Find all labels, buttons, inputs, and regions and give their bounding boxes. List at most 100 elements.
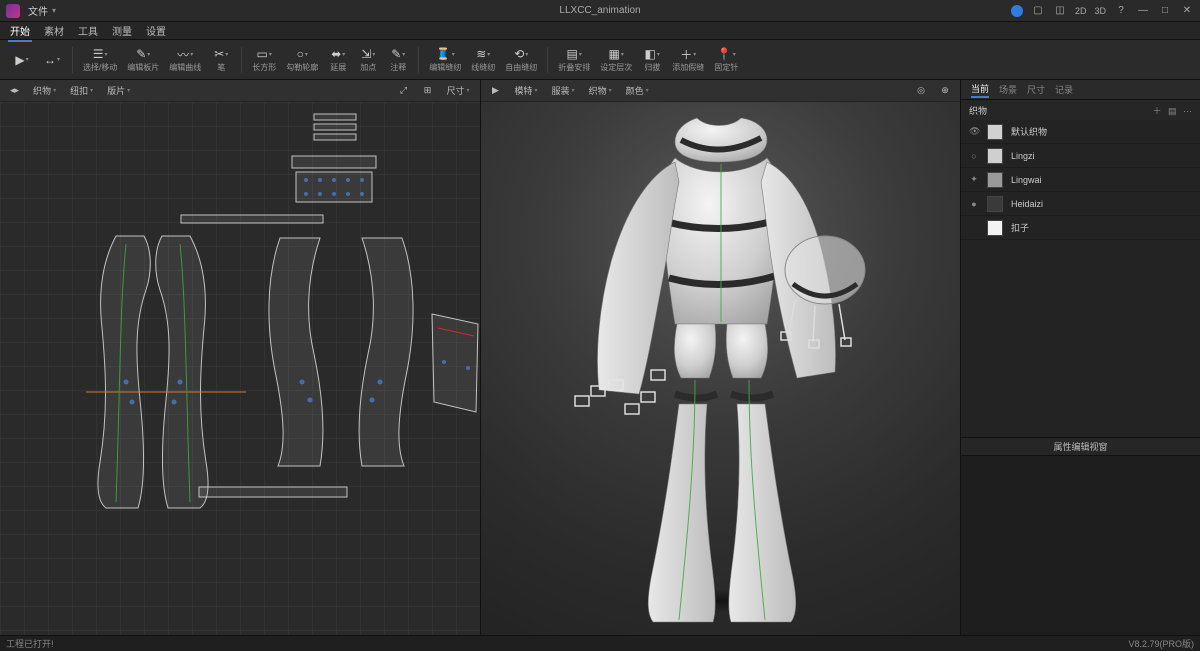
fabric-swatch[interactable] <box>987 172 1003 188</box>
ribbon-tool-14[interactable]: 🧵▾编辑缝纫 <box>425 42 465 78</box>
more-icon[interactable]: ⋯ <box>1183 106 1192 116</box>
chevron-down-icon: ▾ <box>26 56 29 63</box>
menu-tools[interactable]: 工具 <box>78 23 98 38</box>
pattern-belt[interactable] <box>180 214 324 224</box>
panel3d-tab-garment[interactable]: 服装▾ <box>548 83 579 98</box>
fabric-layer-row[interactable]: 👁默认织物 <box>961 120 1200 144</box>
add-fabric-icon[interactable]: ＋ <box>1152 106 1161 116</box>
menu-measure[interactable]: 测量 <box>112 23 132 38</box>
ribbon-tool-21[interactable]: ＋▾添加假缝 <box>668 42 708 78</box>
ribbon-tool-4[interactable]: ✎▾编辑板片 <box>123 42 163 78</box>
fabric-layer-row[interactable]: ●Heidaizi <box>961 192 1200 216</box>
pattern-body-right[interactable] <box>256 232 426 472</box>
file-menu[interactable]: 文件 ▾ <box>28 3 56 18</box>
ribbon-tool-label: 归拔 <box>644 62 660 73</box>
ribbon-tool-1[interactable]: ↔▾ <box>38 42 66 78</box>
ribbon-tool-label: 加点 <box>360 62 376 73</box>
help-icon[interactable]: ? <box>1114 5 1128 17</box>
ribbon-tool-icon: ▤▾ <box>567 46 582 62</box>
layout-split-icon[interactable]: ◫ <box>1053 5 1067 17</box>
panel2d-tab-pattern[interactable]: 版片▾ <box>103 83 134 98</box>
fabric-swatch[interactable] <box>987 124 1003 140</box>
fabric-swatch[interactable] <box>987 220 1003 236</box>
tab-scene[interactable]: 场景 <box>999 83 1017 96</box>
maximize-icon[interactable]: □ <box>1158 5 1172 17</box>
pattern-yoke[interactable] <box>286 150 382 208</box>
ribbon-tool-6[interactable]: ✂▾笔 <box>207 42 235 78</box>
ribbon-tool-19[interactable]: ▦▾设定层次 <box>596 42 636 78</box>
ribbon-tool-3[interactable]: ☰▾选择/移动 <box>79 42 121 78</box>
panel3d-play-icon[interactable]: ▶ <box>487 82 505 100</box>
tab-size[interactable]: 尺寸 <box>1027 83 1045 96</box>
ribbon-tool-icon: ＋▾ <box>680 46 696 62</box>
list-view-icon[interactable]: ▤ <box>1168 106 1177 116</box>
panel2d-fit-icon[interactable]: ⤢ <box>394 82 412 100</box>
menu-start[interactable]: 开始 <box>10 23 30 38</box>
fabric-swatch[interactable] <box>987 196 1003 212</box>
statusbar: 工程已打开! V8.2.79(PRO版) <box>0 635 1200 651</box>
viewport-3d[interactable] <box>481 102 961 635</box>
ribbon-tool-8[interactable]: ▭▾长方形 <box>248 42 280 78</box>
panel2d-tab-fabric[interactable]: 织物▾ <box>29 83 60 98</box>
fabric-swatch[interactable] <box>987 148 1003 164</box>
ribbon-tool-10[interactable]: ⬌▾延展 <box>324 42 352 78</box>
viewport-2d[interactable] <box>0 102 480 635</box>
visibility-toggle-icon[interactable]: ● <box>969 199 979 209</box>
panel3d-tab-avatar[interactable]: 模特▾ <box>511 83 542 98</box>
garment-3d-model[interactable] <box>555 110 885 633</box>
mode-3d[interactable]: 3D <box>1094 6 1106 16</box>
ribbon-tool-icon: 🧵▾ <box>436 46 455 62</box>
minimize-icon[interactable]: — <box>1136 5 1150 17</box>
panel3d-tab-fabric[interactable]: 织物▾ <box>585 83 616 98</box>
ribbon-tool-label: 选择/移动 <box>83 62 117 73</box>
panel3d-tab-color[interactable]: 颜色▾ <box>622 83 653 98</box>
ribbon-tool-5[interactable]: 〰▾编辑曲线 <box>165 42 205 78</box>
status-message: 工程已打开! <box>6 637 54 650</box>
chevron-down-icon: ▾ <box>621 51 624 58</box>
ribbon-tool-0[interactable]: ▶▾ <box>8 42 36 78</box>
fabric-list-title: 织物 <box>969 104 987 117</box>
sync-status-icon[interactable] <box>1011 5 1023 17</box>
panel2d-grid-icon[interactable]: ⊞ <box>418 82 436 100</box>
panel-2d-header: ◂▸ 织物▾ 纽扣▾ 版片▾ ⤢ ⊞ 尺寸▾ <box>0 80 480 102</box>
pattern-body-left[interactable] <box>86 232 246 512</box>
visibility-toggle-icon[interactable]: ✦ <box>969 174 979 185</box>
ribbon-tool-20[interactable]: ◧▾归拔 <box>638 42 666 78</box>
visibility-toggle-icon[interactable]: ○ <box>969 151 979 161</box>
ribbon-tool-icon: ◧▾ <box>645 46 660 62</box>
ribbon-tool-9[interactable]: ○▾勾勒轮廓 <box>282 42 322 78</box>
panel3d-add-icon[interactable]: ⊕ <box>936 82 954 100</box>
pattern-bag-flap[interactable] <box>430 312 480 422</box>
ribbon-tool-12[interactable]: ✎▾注释 <box>384 42 412 78</box>
menu-settings[interactable]: 设置 <box>146 23 166 38</box>
tab-history[interactable]: 记录 <box>1055 83 1073 96</box>
chevron-down-icon: ▾ <box>579 51 582 58</box>
panel2d-tab-button[interactable]: 纽扣▾ <box>66 83 97 98</box>
fabric-layer-row[interactable]: ✦Lingwai <box>961 168 1200 192</box>
fabric-layer-row[interactable]: ○Lingzi <box>961 144 1200 168</box>
pattern-strap[interactable] <box>198 486 348 498</box>
close-icon[interactable]: ✕ <box>1180 5 1194 17</box>
mode-2d[interactable]: 2D <box>1075 6 1087 16</box>
panel2d-size[interactable]: 尺寸▾ <box>442 83 473 98</box>
panel2d-collapse-icon[interactable]: ◂▸ <box>6 84 23 97</box>
panel-3d: ▶ 模特▾ 服装▾ 织物▾ 颜色▾ ◎ ⊕ <box>481 80 961 635</box>
visibility-toggle-icon[interactable]: 👁 <box>969 126 979 137</box>
chevron-down-icon: ▾ <box>402 51 405 58</box>
tab-current[interactable]: 当前 <box>971 82 989 98</box>
chevron-down-icon: ▾ <box>225 51 228 58</box>
ribbon-tool-label: 折叠安排 <box>558 62 590 73</box>
pattern-collar-small[interactable] <box>310 112 360 146</box>
ribbon-tool-icon: 〰▾ <box>177 46 193 62</box>
ribbon-tool-15[interactable]: ≋▾线缝纫 <box>467 42 499 78</box>
ribbon-tool-16[interactable]: ⟲▾自由缝纫 <box>501 42 541 78</box>
fabric-layer-row[interactable]: 扣子 <box>961 216 1200 240</box>
ribbon-tool-label: 笔 <box>217 62 225 73</box>
ribbon-tool-11[interactable]: ⇲▾加点 <box>354 42 382 78</box>
panel3d-record-icon[interactable]: ◎ <box>912 82 930 100</box>
ribbon-tool-22[interactable]: 📍▾固定针 <box>710 42 742 78</box>
chevron-down-icon: ▾ <box>269 51 272 58</box>
menu-assets[interactable]: 素材 <box>44 23 64 38</box>
ribbon-tool-18[interactable]: ▤▾折叠安排 <box>554 42 594 78</box>
layout-square-icon[interactable]: ▢ <box>1031 5 1045 17</box>
